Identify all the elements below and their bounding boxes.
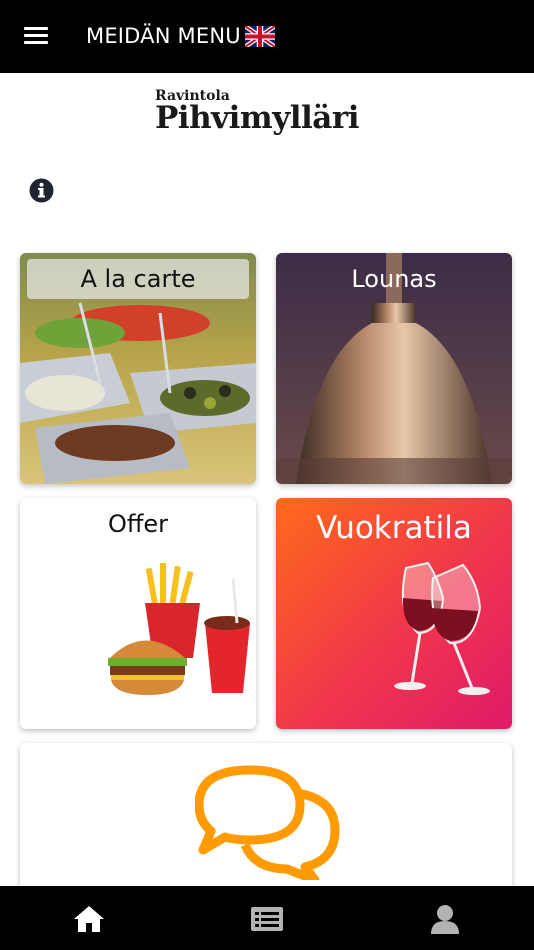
card-label: Vuokratila — [316, 510, 472, 546]
page-title: MEIDÄN MENU — [86, 24, 241, 48]
card-lounas[interactable]: Lounas — [276, 253, 512, 484]
card-feedback[interactable] — [20, 743, 512, 893]
card-label: Lounas — [351, 265, 437, 293]
hamburger-menu-icon[interactable] — [24, 27, 48, 45]
card-label: A la carte — [80, 265, 196, 293]
burger-fries-drink-illustration — [108, 563, 250, 695]
card-vuokratila[interactable]: Vuokratila — [276, 498, 512, 729]
home-icon[interactable] — [72, 902, 106, 936]
chat-bubbles-icon — [195, 765, 340, 880]
logo-line-2: Pihvimylläri — [155, 100, 359, 136]
uk-flag-icon[interactable] — [245, 26, 275, 47]
card-label: Offer — [107, 510, 169, 538]
card-a-la-carte[interactable]: A la carte — [20, 253, 256, 484]
list-icon[interactable] — [250, 902, 284, 936]
restaurant-logo: Ravintola Pihvimylläri — [155, 88, 359, 136]
wine-glasses-illustration — [394, 561, 490, 695]
card-offer[interactable]: Offer — [20, 498, 256, 729]
top-app-bar: MEIDÄN MENU — [0, 0, 534, 73]
info-icon[interactable] — [29, 178, 54, 203]
bottom-navigation — [0, 886, 534, 950]
profile-icon[interactable] — [428, 902, 462, 936]
